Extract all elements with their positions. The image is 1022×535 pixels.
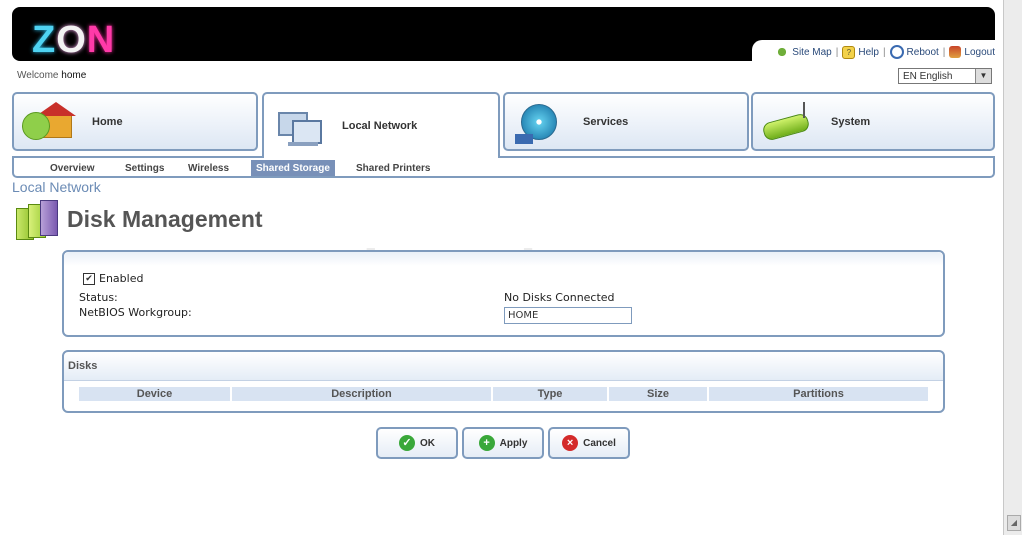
zon-logo: ZON [32,19,116,61]
cancel-x-icon: × [562,435,579,451]
tab-system[interactable]: System [751,92,995,151]
top-links: Site Map | ? Help | Reboot | Logout [775,45,995,59]
help-link[interactable]: ? Help [842,45,879,59]
column-description: Description [232,387,491,401]
subtab-shared-storage[interactable]: Shared Storage [251,160,335,176]
language-select[interactable]: EN English ▼ [898,68,992,84]
resize-grip-icon[interactable]: ◢ [1007,515,1021,531]
home-house-icon [20,98,78,146]
power-icon [889,45,904,59]
column-size: Size [609,387,707,401]
enabled-checkbox[interactable]: ✔ [83,273,95,285]
cancel-button[interactable]: × Cancel [548,427,630,459]
workgroup-label: NetBIOS Workgroup: [79,306,192,319]
page-title: Disk Management [67,206,263,232]
subtab-overview[interactable]: Overview [50,160,94,176]
welcome-text: Welcome home [17,70,87,81]
check-icon: ✓ [399,435,415,451]
status-label: Status: [79,291,118,304]
column-type: Type [493,387,607,401]
disk-management-icon [12,198,60,242]
dropdown-arrow-icon[interactable]: ▼ [975,69,991,83]
column-device: Device [79,387,230,401]
network-computers-icon [270,102,328,150]
logout-house-icon [949,46,962,58]
services-disc-icon [511,98,569,146]
subtab-wireless[interactable]: Wireless [188,160,229,176]
enabled-label: Enabled [99,272,144,285]
subtab-shared-printers[interactable]: Shared Printers [356,160,430,176]
logout-link[interactable]: Logout [949,46,995,58]
reboot-link[interactable]: Reboot [889,45,939,59]
tab-local-network[interactable]: Local Network [262,92,500,158]
help-icon: ? [842,45,856,59]
site-map-icon [775,45,790,59]
column-partitions: Partitions [709,387,928,401]
disks-title: Disks [68,360,98,372]
username: home [61,70,87,81]
status-value: No Disks Connected [504,291,615,304]
tab-services[interactable]: Services [503,92,749,151]
vertical-scrollbar[interactable]: ◢ [1003,0,1022,535]
site-map-link[interactable]: Site Map [775,45,832,59]
plus-icon: + [478,435,495,451]
tab-home[interactable]: Home [12,92,258,151]
subtab-settings[interactable]: Settings [125,160,164,176]
system-router-icon [759,98,817,146]
ok-button[interactable]: ✓ OK [376,427,458,459]
disks-panel: Disks Device Description Type Size Parti… [62,350,945,413]
breadcrumb: Local Network [12,179,101,195]
workgroup-input[interactable]: HOME [504,307,632,324]
apply-button[interactable]: + Apply [462,427,544,459]
